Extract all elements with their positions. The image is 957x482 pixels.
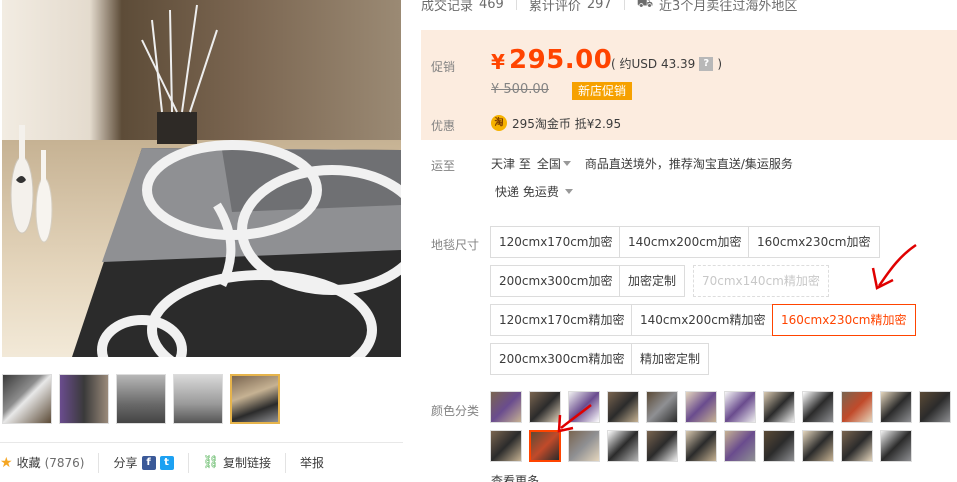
copy-link-button[interactable]: ⛓ 复制链接 <box>189 452 287 473</box>
color-swatch[interactable] <box>802 391 834 423</box>
shipping-destination: 天津 至 全国 商品直送境外，推荐淘宝直送/集运服务 <box>491 155 793 172</box>
color-swatch[interactable] <box>568 430 600 462</box>
taobao-coin-icon: 淘 <box>491 115 507 131</box>
shipping-method-select[interactable]: 快递 免运费 <box>495 183 581 200</box>
coin-text: 295淘金币 抵¥2.95 <box>512 117 622 131</box>
color-swatch-selected[interactable] <box>529 430 561 462</box>
more-colors-link[interactable]: 查看更多 <box>491 472 539 482</box>
color-swatch[interactable] <box>607 391 639 423</box>
size-option[interactable]: 140cmx200cm加密 <box>619 226 751 258</box>
rug-illustration <box>10 4 401 357</box>
shipping-from: 天津 至 <box>491 157 531 171</box>
reviews-label[interactable]: 累计评价 <box>529 0 581 14</box>
color-swatch[interactable] <box>880 430 912 462</box>
star-icon: ★ <box>0 454 13 471</box>
size-option-selected[interactable]: 160cmx230cm精加密 <box>772 304 916 336</box>
color-swatch[interactable] <box>607 430 639 462</box>
size-option[interactable]: 精加密定制 <box>631 343 710 375</box>
shipping-label: 运至 <box>431 159 456 173</box>
color-swatch[interactable] <box>724 430 756 462</box>
shipping-service: 商品直送境外，推荐淘宝直送/集运服务 <box>584 157 793 171</box>
color-swatch[interactable] <box>490 391 522 423</box>
color-swatch[interactable] <box>568 391 600 423</box>
usd-close: ) <box>717 56 722 71</box>
color-swatch[interactable] <box>880 391 912 423</box>
size-label: 地毯尺寸 <box>431 238 480 252</box>
color-label: 颜色分类 <box>431 404 480 418</box>
size-option[interactable]: 加密定制 <box>619 265 686 297</box>
destination-select[interactable]: 全国 <box>537 155 579 172</box>
color-swatch[interactable] <box>841 430 873 462</box>
size-option[interactable]: 120cmx170cm加密 <box>490 226 622 258</box>
chevron-down-icon <box>564 189 573 194</box>
shipping-method: 快递 免运费 <box>495 185 559 199</box>
annotation-arrowhead-size <box>871 267 894 290</box>
annotation-arrow-size <box>877 243 917 287</box>
color-swatch[interactable] <box>724 391 756 423</box>
favorite-label: 收藏 <box>16 456 41 470</box>
thumbnail-1[interactable] <box>2 374 52 424</box>
truck-icon: ⛟ <box>636 0 654 11</box>
color-swatch[interactable] <box>685 391 717 423</box>
promo-price: 295.00 <box>509 45 613 75</box>
thumbnail-2[interactable] <box>59 374 109 424</box>
report-button[interactable]: 举报 <box>286 453 338 473</box>
color-swatch[interactable] <box>490 430 522 462</box>
reviews-count: 297 <box>586 0 612 12</box>
product-info: 成交记录 469 累计评价 297 ⛟ 近3个月卖往过海外地区 促销 ¥ 295… <box>421 0 957 482</box>
twitter-icon[interactable]: t <box>159 455 174 470</box>
size-option[interactable]: 160cmx230cm加密 <box>748 226 880 258</box>
thumbnail-strip <box>2 374 280 426</box>
size-option[interactable]: 120cmx170cm精加密 <box>490 304 634 336</box>
chevron-down-icon <box>562 161 571 166</box>
action-bar: ★ 收藏 (7876) 分享 f t ⛓ 复制链接 举报 <box>0 442 403 482</box>
color-swatch[interactable] <box>841 391 873 423</box>
deals-label[interactable]: 成交记录 <box>421 0 473 14</box>
color-swatch[interactable] <box>529 391 561 423</box>
deals-count: 469 <box>479 0 504 12</box>
size-option[interactable]: 200cmx300cm加密 <box>490 265 622 297</box>
link-icon: ⛓ <box>202 455 220 470</box>
size-option[interactable]: 140cmx200cm精加密 <box>631 304 775 336</box>
thumbnail-4[interactable] <box>173 374 223 424</box>
color-swatch[interactable] <box>802 430 834 462</box>
share-label: 分享 <box>113 456 138 470</box>
divider <box>515 0 517 10</box>
discount-label: 优惠 <box>431 119 456 133</box>
promo-label: 促销 <box>431 60 456 74</box>
color-swatch[interactable] <box>646 430 678 462</box>
destination-value: 全国 <box>536 157 561 171</box>
question-icon[interactable]: ? <box>699 56 714 71</box>
original-price: ¥ 500.00 <box>491 82 549 97</box>
color-swatch[interactable] <box>685 430 717 462</box>
color-swatch[interactable] <box>763 391 795 423</box>
size-option[interactable]: 200cmx300cm精加密 <box>490 343 634 375</box>
report-label: 举报 <box>300 456 325 470</box>
favorite-button[interactable]: ★ 收藏 (7876) <box>0 452 100 473</box>
price-currency: ¥ <box>491 50 505 74</box>
product-gallery: ★ 收藏 (7876) 分享 f t ⛓ 复制链接 举报 <box>0 0 403 482</box>
size-option-disabled: 70cmx140cm精加密 <box>693 265 829 297</box>
divider <box>623 0 625 10</box>
favorite-count: (7876) <box>44 455 85 470</box>
usd-text: ( 约USD 43.39 <box>611 57 696 71</box>
stats-row: 成交记录 469 累计评价 297 ⛟ 近3个月卖往过海外地区 <box>421 0 797 14</box>
color-swatch[interactable] <box>763 430 795 462</box>
color-swatch[interactable] <box>919 391 951 423</box>
overseas-text: 近3个月卖往过海外地区 <box>659 0 798 14</box>
promo-panel: 促销 ¥ 295.00 ( 约USD 43.39 ? ) ¥ 500.00 新店… <box>421 30 957 140</box>
copy-link-label: 复制链接 <box>223 456 272 470</box>
facebook-icon[interactable]: f <box>141 455 156 470</box>
promo-tag: 新店促销 <box>572 82 633 100</box>
thumbnail-5[interactable] <box>230 374 280 424</box>
usd-price: ( 约USD 43.39 ? ) <box>611 55 722 72</box>
share-group: 分享 f t <box>99 452 189 473</box>
color-swatch[interactable] <box>646 391 678 423</box>
thumbnail-3[interactable] <box>116 374 166 424</box>
main-product-image[interactable] <box>2 0 401 357</box>
